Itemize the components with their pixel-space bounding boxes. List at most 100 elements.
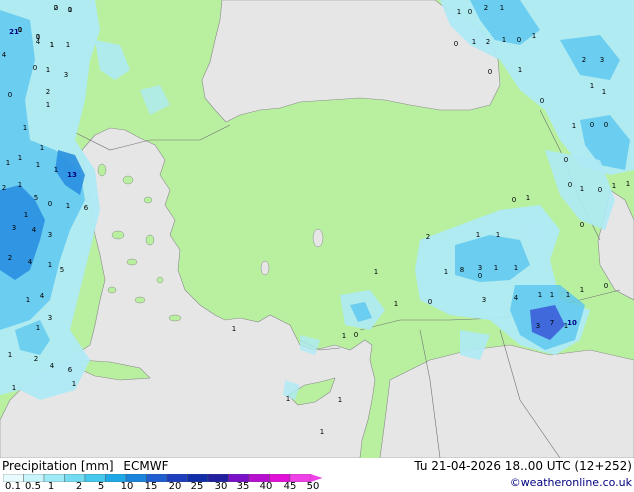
precip-value-label: 1 bbox=[579, 286, 585, 294]
precip-value-label: 13 bbox=[67, 171, 77, 179]
precip-value-label: 1 bbox=[5, 159, 11, 167]
precip-value-label: 0 bbox=[47, 200, 53, 208]
precip-value-label: 3 bbox=[599, 56, 605, 64]
map-canvas bbox=[0, 0, 634, 458]
precip-value-label: 0 bbox=[467, 8, 473, 16]
model-name: ECMWF bbox=[123, 459, 169, 473]
precip-value-label: 1 bbox=[71, 380, 77, 388]
precip-value-label: 1 bbox=[499, 4, 505, 12]
precip-value-label: 5 bbox=[33, 194, 39, 202]
precip-value-label: 1 bbox=[471, 38, 477, 46]
colorbar-tick-label: 2 bbox=[75, 481, 83, 492]
lake-beysehir bbox=[260, 260, 270, 276]
precip-value-label: 1 bbox=[495, 231, 501, 239]
precip-value-label: 0 bbox=[563, 156, 569, 164]
precip-value-label: 1 bbox=[7, 351, 13, 359]
precip-value-label: 1 bbox=[571, 122, 577, 130]
precip-value-label: 0 bbox=[453, 40, 459, 48]
precip-value-label: 3 bbox=[535, 322, 541, 330]
precip-value-label: 2 bbox=[581, 56, 587, 64]
precip-value-label: 1 bbox=[285, 395, 291, 403]
precip-value-label: 1 bbox=[531, 32, 537, 40]
precip-value-label: 1 bbox=[456, 8, 462, 16]
precip-value-label: 7 bbox=[549, 319, 555, 327]
credit-text: ©weatheronline.co.uk bbox=[509, 476, 632, 489]
precip-value-label: 4 bbox=[49, 362, 55, 370]
precip-value-label: 3 bbox=[477, 264, 483, 272]
precip-value-label: 1 bbox=[443, 268, 449, 276]
precip-value-label: 1 bbox=[45, 101, 51, 109]
legend-title-text: Precipitation [mm] bbox=[2, 459, 114, 473]
precip-value-label: 3 bbox=[63, 71, 69, 79]
precip-value-label: 0 bbox=[477, 272, 483, 280]
precip-value-label: 2 bbox=[485, 38, 491, 46]
precip-value-label: 1 bbox=[373, 268, 379, 276]
precip-value-label: 1 bbox=[231, 325, 237, 333]
precipitation-map: 1 2 1 0 1 4 1 1 0 2 3 1 0 1 1 1 1 1 13 1 1 2 5 0 1 6 1 3 4 3 2 4 1 5 4 1 1 3 1… bbox=[0, 0, 634, 458]
colorbar-tick-label: 5 bbox=[97, 481, 105, 492]
precip-value-label: 0 bbox=[511, 196, 517, 204]
precip-value-label: 0 bbox=[353, 331, 359, 339]
precip-value-label: 1 bbox=[35, 324, 41, 332]
precip-value-label: 1 bbox=[11, 384, 17, 392]
precip-value-label: 1 bbox=[319, 428, 325, 436]
precip-value-label: 1 bbox=[493, 264, 499, 272]
precip-value-label: 0 bbox=[7, 91, 13, 99]
precip-value-label: 1 bbox=[17, 181, 23, 189]
colorbar-tick-label: 25 bbox=[190, 481, 204, 492]
precip-value-label: 1 bbox=[49, 41, 55, 49]
precip-value-label: 4 bbox=[1, 51, 7, 59]
precip-value-label: 1 bbox=[589, 82, 595, 90]
precip-value-label: 1 bbox=[65, 202, 71, 210]
colorbar-tick-label: 0.5 bbox=[25, 481, 41, 492]
precip-value-label: 1 bbox=[565, 291, 571, 299]
colorbar-tick-label: 1 bbox=[47, 481, 55, 492]
precip-value-label: 0 bbox=[603, 282, 609, 290]
precip-value-label: 0 bbox=[53, 4, 59, 12]
colorbar-tick-label: 15 bbox=[144, 481, 158, 492]
precip-value-label: 1 bbox=[537, 291, 543, 299]
precip-value-label: 3 bbox=[47, 314, 53, 322]
colorbar-tick-label: 20 bbox=[168, 481, 182, 492]
precip-value-label: 1 bbox=[611, 182, 617, 190]
lake-tuz bbox=[312, 228, 324, 248]
colorbar-tick-label: 40 bbox=[259, 481, 273, 492]
precip-value-label: 1 bbox=[22, 124, 28, 132]
precip-value-label: 0 bbox=[597, 186, 603, 194]
precip-value-label: 0 bbox=[32, 64, 38, 72]
precip-value-label: 2 bbox=[45, 88, 51, 96]
precip-value-label: 0 bbox=[427, 298, 433, 306]
precip-value-label: 0 bbox=[589, 121, 595, 129]
precip-value-label: 3 bbox=[47, 231, 53, 239]
precip-value-label: 4 bbox=[39, 292, 45, 300]
precip-value-label: 1 bbox=[65, 41, 71, 49]
precip-value-label: 1 bbox=[25, 296, 31, 304]
colorbar-tick-label: 30 bbox=[214, 481, 228, 492]
precip-value-label: 1 bbox=[23, 211, 29, 219]
precip-value-label: 1 bbox=[17, 154, 23, 162]
colorbar-tick-label: 50 bbox=[306, 481, 320, 492]
precip-value-label: 1 bbox=[475, 231, 481, 239]
precip-value-label: 1 bbox=[525, 194, 531, 202]
precip-value-label: 4 bbox=[513, 294, 519, 302]
colorbar-tick-label: 10 bbox=[120, 481, 134, 492]
precip-value-label: 6 bbox=[83, 204, 89, 212]
precip-value-label: 0 bbox=[567, 181, 573, 189]
precip-value-label: 1 bbox=[47, 261, 53, 269]
precip-value-label: 2 bbox=[7, 254, 13, 262]
precip-value-label: 6 bbox=[67, 366, 73, 374]
precip-value-label: 1 bbox=[563, 322, 569, 330]
precip-value-label: 0 bbox=[487, 68, 493, 76]
precip-value-label: 10 bbox=[567, 319, 577, 327]
precip-value-label: 3 bbox=[11, 224, 17, 232]
precip-value-label: 2 bbox=[33, 355, 39, 363]
precip-value-label: 1 bbox=[17, 26, 23, 34]
legend-title: Precipitation [mm] ECMWF bbox=[2, 459, 168, 473]
precip-value-label: 4 bbox=[27, 258, 33, 266]
precip-value-label: 1 bbox=[625, 180, 631, 188]
precip-value-label: 1 bbox=[513, 264, 519, 272]
precip-value-label: 4 bbox=[31, 226, 37, 234]
precip-value-label: 0 bbox=[539, 97, 545, 105]
precip-value-label: 0 bbox=[35, 33, 41, 41]
precip-value-label: 0 bbox=[579, 221, 585, 229]
